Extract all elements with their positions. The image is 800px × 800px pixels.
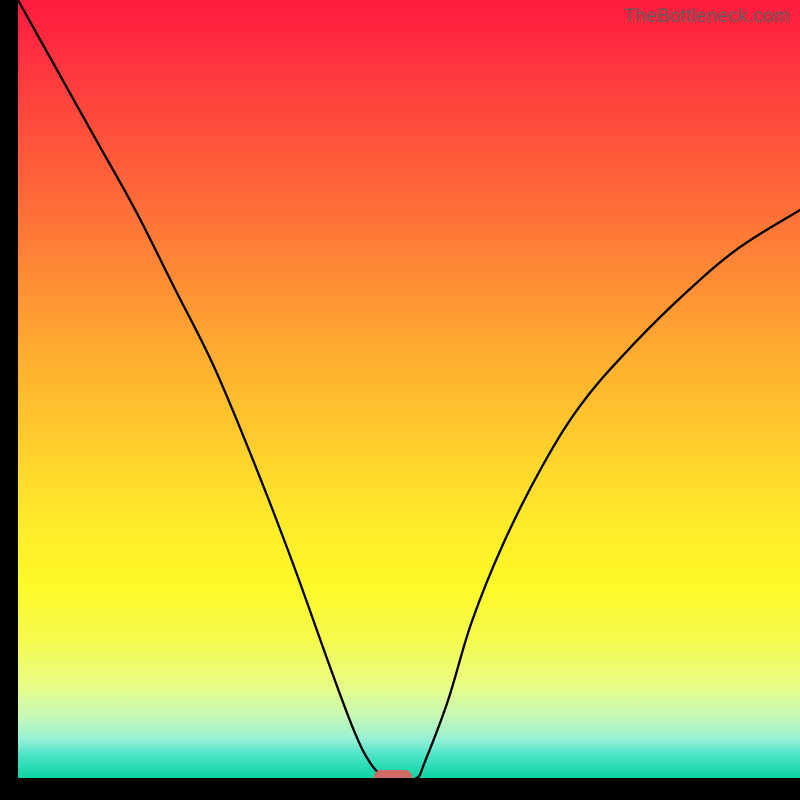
bottleneck-curve bbox=[18, 0, 800, 778]
optimal-marker bbox=[374, 770, 412, 778]
watermark-text: TheBottleneck.com bbox=[624, 6, 790, 28]
chart-area bbox=[18, 0, 800, 778]
